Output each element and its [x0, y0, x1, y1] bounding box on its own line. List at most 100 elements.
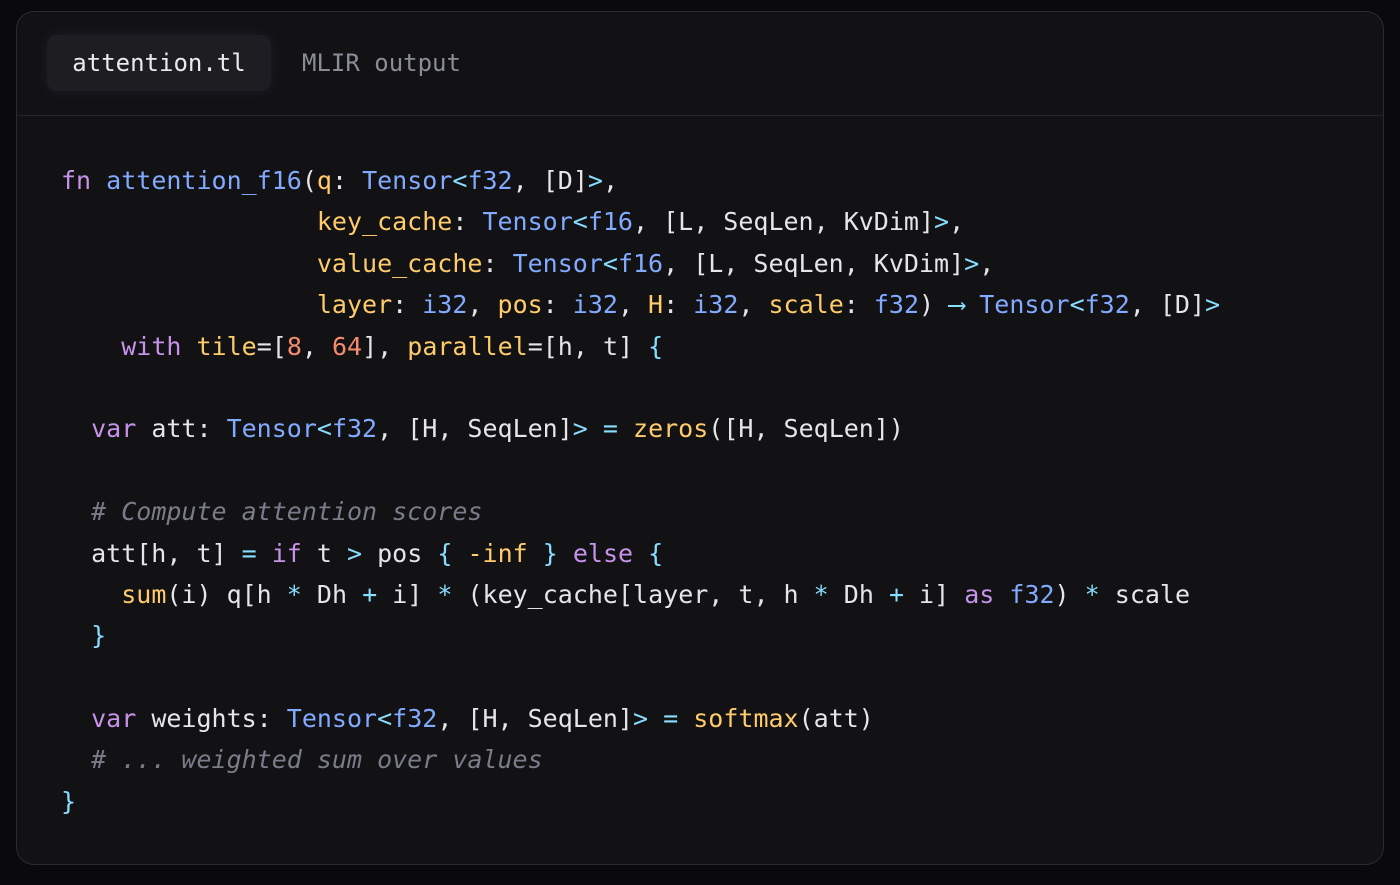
code-token: f32 [1009, 579, 1055, 609]
code-token: as [964, 579, 995, 609]
code-token: scale [1099, 579, 1191, 609]
code-token: , [979, 248, 995, 278]
code-token: i] [377, 579, 438, 609]
code-token: : [843, 290, 874, 320]
tab-attention-tl[interactable]: attention.tl [47, 35, 271, 91]
code-token: < [572, 207, 588, 237]
code-token: : [482, 248, 513, 278]
code-token: var [91, 414, 137, 444]
code-token: * [1084, 579, 1100, 609]
code-token: { [648, 538, 664, 568]
code-token: * [286, 579, 302, 609]
code-token: = [602, 414, 618, 444]
code-token: ( [301, 166, 317, 195]
code-token: { [437, 538, 453, 568]
code-token: ([H, SeqLen]) [708, 414, 904, 444]
code-token: =[h, t] [527, 331, 649, 361]
code-token: pos [497, 290, 543, 320]
code-token: attention_f16 [106, 166, 302, 195]
code-token: { [648, 331, 664, 361]
code-token: f32 [467, 166, 513, 195]
code-token: > [934, 207, 950, 237]
code-token: f16 [587, 207, 633, 237]
code-token: < [452, 166, 468, 195]
code-token: } [542, 538, 558, 568]
code-token: else [572, 538, 634, 568]
code-token: Tensor [979, 290, 1070, 320]
code-token: + [362, 579, 378, 609]
code-token: Tensor [226, 414, 317, 444]
code-token: i] [904, 579, 965, 609]
code-token: Dh [828, 579, 889, 609]
code-token: ) [919, 290, 950, 320]
code-line: layer: i32, pos: i32, H: i32, scale: f32… [61, 284, 1220, 325]
code-token: Dh [301, 579, 363, 609]
code-token: } [61, 786, 77, 816]
code-token: > [632, 704, 649, 734]
code-token: > [587, 166, 603, 195]
tab-mlir-output[interactable]: MLIR output [302, 35, 461, 91]
code-line: with tile=[8, 64], parallel=[h, t] { [61, 326, 1220, 367]
code-token: , [602, 166, 618, 195]
code-token: t [301, 538, 348, 568]
code-token: < [602, 248, 618, 278]
code-token: , [617, 290, 649, 320]
code-token: 64 [332, 331, 363, 361]
code-token: zeros [633, 414, 709, 444]
code-token: H [648, 290, 664, 320]
code-token: : [663, 290, 694, 320]
code-token: layer [316, 290, 393, 320]
code-token: value_cache [316, 248, 483, 278]
code-line: } [61, 615, 1220, 656]
code-block[interactable]: fn attention_f16(q: Tensor<f32, [D]>, ke… [61, 160, 1220, 822]
code-token: sum [121, 579, 167, 609]
code-token: = [241, 538, 257, 568]
code-token: < [316, 414, 332, 444]
code-token: with [121, 331, 182, 361]
code-token: i32 [422, 290, 468, 320]
code-token: f32 [1084, 290, 1130, 320]
code-token: f32 [392, 704, 438, 734]
code-token: < [377, 704, 393, 734]
code-token: : [331, 166, 363, 195]
code-token: tile [196, 331, 257, 361]
code-token: if [271, 538, 302, 568]
code-token: ⟶ [949, 290, 965, 320]
code-token: = [663, 704, 679, 734]
code-token: , [L, SeqLen, KvDim] [632, 207, 935, 237]
code-token: (i) q[h [166, 579, 287, 609]
code-token: (key_cache[layer, t, h [452, 579, 814, 609]
code-token: > [964, 248, 980, 278]
code-line: value_cache: Tensor<f16, [L, SeqLen, KvD… [61, 243, 1220, 284]
code-token: , [467, 290, 498, 320]
code-token: , [D] [512, 166, 588, 195]
code-token: i32 [572, 290, 618, 320]
code-token: Tensor [512, 248, 603, 278]
code-token: scale [768, 290, 844, 320]
code-token: * [437, 579, 453, 609]
code-token: # Compute attention scores [91, 497, 483, 527]
code-token: f16 [617, 248, 664, 278]
code-token: fn [61, 166, 92, 195]
code-line: } [61, 781, 1220, 822]
code-token: < [1069, 290, 1085, 320]
code-line: fn attention_f16(q: Tensor<f32, [D]>, [61, 160, 1220, 201]
code-token: Tensor [286, 704, 378, 734]
code-line: key_cache: Tensor<f16, [L, SeqLen, KvDim… [61, 201, 1220, 242]
code-token: ) [1054, 579, 1085, 609]
code-token: i32 [693, 290, 739, 320]
code-token: att: [136, 414, 227, 444]
